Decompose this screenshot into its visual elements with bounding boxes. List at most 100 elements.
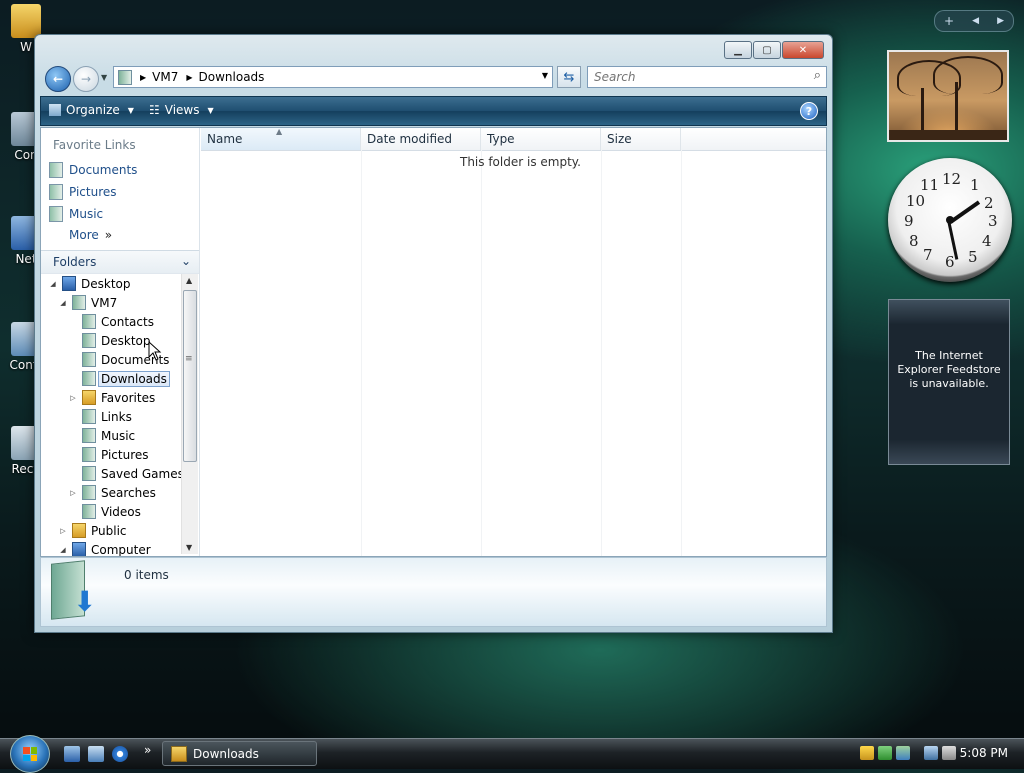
breadcrumb-downloads[interactable]: Downloads [199, 70, 265, 84]
favorite-link-label: Pictures [69, 185, 117, 199]
network-icon[interactable] [924, 746, 938, 760]
collapsed-arrow-icon[interactable]: ▷ [59, 527, 67, 535]
tree-item-public[interactable]: ▷ Public [59, 522, 127, 539]
favorite-link-label: Documents [69, 163, 138, 177]
system-tray: 5:08 PM [854, 739, 1024, 769]
user-folder-icon [72, 295, 86, 310]
back-button[interactable]: ← [45, 66, 71, 92]
collapsed-arrow-icon[interactable]: ▷ [69, 489, 77, 497]
tree-item-label: Public [91, 523, 127, 538]
favorite-link-documents[interactable]: Documents [49, 162, 137, 178]
sync-icon[interactable] [878, 746, 892, 760]
desktop-icon-label: W [20, 40, 32, 54]
slideshow-gadget[interactable] [887, 50, 1009, 142]
feed-headlines-gadget[interactable]: The Internet Explorer Feedstore is unava… [888, 299, 1010, 465]
tree-item-label: Videos [101, 504, 141, 519]
chevron-down-icon[interactable]: ⌄ [181, 254, 191, 268]
clock-numeral: 1 [970, 176, 980, 194]
close-button[interactable]: ✕ [782, 41, 824, 59]
maximize-button[interactable]: ▢ [753, 41, 781, 59]
collapsed-arrow-icon[interactable]: ▷ [69, 394, 77, 402]
clock-numeral: 12 [942, 170, 962, 188]
volume-muted-icon[interactable] [942, 746, 956, 760]
desktop-icon [62, 276, 76, 291]
previous-gadget-icon[interactable]: ◀ [972, 16, 979, 26]
clock-numeral: 4 [982, 232, 992, 250]
expanded-arrow-icon[interactable]: ◢ [59, 299, 67, 307]
column-header-type[interactable]: Type [481, 128, 601, 150]
show-desktop-icon[interactable] [64, 746, 80, 762]
caption-buttons: ▁ ▢ ✕ [724, 41, 824, 59]
breadcrumb-vm7[interactable]: VM7 [152, 70, 178, 84]
folder-tree-scrollbar[interactable]: ▲ ≡ ▼ [181, 274, 198, 554]
tree-item-videos[interactable]: Videos [69, 503, 141, 520]
tree-item-saved-games[interactable]: Saved Games [69, 465, 184, 482]
tree-item-pictures[interactable]: Pictures [69, 446, 149, 463]
address-bar[interactable]: ▶ VM7 ▶ Downloads ▼ [113, 66, 553, 88]
switch-windows-icon[interactable] [88, 746, 104, 762]
folders-header[interactable]: Folders ⌄ [41, 250, 199, 274]
expanded-arrow-icon[interactable]: ◢ [49, 280, 57, 288]
favorite-link-music[interactable]: Music [49, 206, 103, 222]
desktop-folder-icon [82, 333, 96, 348]
minimize-button[interactable]: ▁ [724, 41, 752, 59]
pictures-icon [49, 184, 63, 200]
start-button[interactable] [10, 735, 50, 773]
address-dropdown-icon[interactable]: ▼ [542, 71, 548, 80]
organize-button[interactable]: Organize ▼ [49, 103, 134, 117]
clock-numeral: 10 [906, 192, 926, 210]
search-box[interactable]: ⌕ [587, 66, 827, 88]
refresh-button[interactable]: ⇆ [557, 66, 581, 88]
mouse-cursor-icon [148, 341, 162, 361]
add-gadget-icon[interactable]: + [944, 14, 954, 28]
forward-button[interactable]: → [73, 66, 99, 92]
breadcrumb-separator-icon[interactable]: ▶ [186, 73, 192, 82]
tree-item-searches[interactable]: ▷ Searches [69, 484, 156, 501]
tree-item-contacts[interactable]: Contacts [69, 313, 154, 330]
next-gadget-icon[interactable]: ▶ [997, 16, 1004, 26]
favorite-link-pictures[interactable]: Pictures [49, 184, 117, 200]
clock-numeral: 5 [968, 248, 978, 266]
tree-canopy [933, 56, 1003, 94]
arrow-left-icon: ← [52, 72, 64, 86]
tree-item-favorites[interactable]: ▷ Favorites [69, 389, 155, 406]
more-links-button[interactable]: More » [69, 228, 112, 242]
views-button[interactable]: ☷ Views ▼ [149, 103, 214, 117]
search-input[interactable] [592, 67, 796, 87]
column-header-name[interactable]: Name ▲ [201, 128, 361, 150]
tree-item-links[interactable]: Links [69, 408, 132, 425]
tree-item-desktop-root[interactable]: ◢ Desktop [49, 275, 131, 292]
clock-numeral: 6 [945, 253, 955, 271]
column-label: Date modified [367, 132, 453, 146]
tree-item-computer[interactable]: ◢ Computer [59, 541, 151, 556]
breadcrumb-separator-icon[interactable]: ▶ [140, 73, 146, 82]
column-header-size[interactable]: Size [601, 128, 681, 150]
tree-item-label: Desktop [101, 333, 151, 348]
close-icon: ✕ [798, 44, 808, 56]
tree-item-music[interactable]: Music [69, 427, 135, 444]
expanded-arrow-icon[interactable]: ◢ [59, 546, 67, 554]
clock-numeral: 11 [920, 176, 940, 194]
internet-explorer-icon[interactable] [112, 746, 128, 762]
tree-item-downloads[interactable]: Downloads [69, 370, 170, 387]
search-icon[interactable]: ⌕ [814, 68, 821, 83]
quick-launch-more-icon[interactable]: » [144, 743, 151, 757]
taskbar-button-downloads[interactable]: Downloads [162, 741, 317, 766]
chevron-down-icon: ▼ [127, 105, 134, 115]
clock-gadget[interactable]: 12 1 2 3 4 5 6 7 8 9 10 11 [888, 158, 1012, 282]
recent-pages-dropdown[interactable]: ▼ [101, 73, 107, 82]
tree-item-label: Music [101, 428, 136, 443]
network-status-icon[interactable] [896, 746, 910, 760]
scrollbar-thumb[interactable] [183, 290, 197, 462]
column-header-date-modified[interactable]: Date modified [361, 128, 481, 150]
tree-item-desktop[interactable]: Desktop [69, 332, 151, 349]
scroll-up-icon[interactable]: ▲ [186, 276, 192, 285]
arrow-right-icon: → [80, 72, 92, 86]
tree-item-vm7[interactable]: ◢ VM7 [59, 294, 117, 311]
scroll-down-icon[interactable]: ▼ [186, 543, 192, 552]
clock-time[interactable]: 5:08 PM [960, 746, 1008, 760]
favorite-link-label: Music [69, 207, 104, 221]
file-list: Name ▲ Date modified Type Size This fold… [201, 128, 826, 556]
help-button[interactable]: ? [800, 102, 818, 120]
security-shield-icon[interactable] [860, 746, 874, 760]
